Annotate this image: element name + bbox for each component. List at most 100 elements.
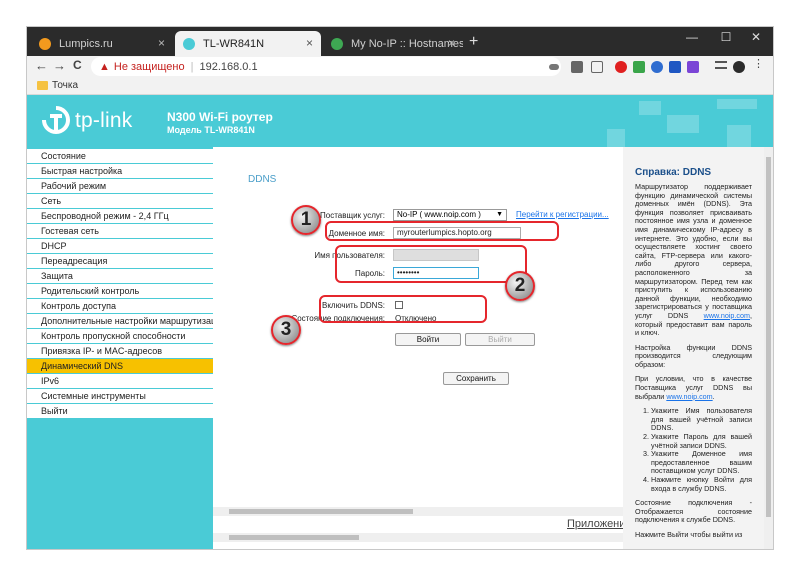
browser-toolbar: ← → C ▲ Не защищено | 192.168.0.1 ⋮ (27, 56, 773, 78)
reload-icon[interactable]: C (73, 58, 82, 72)
header-decoration (717, 99, 757, 109)
menu-item-guest-network[interactable]: Гостевая сеть (27, 224, 213, 238)
tab-label: TL-WR841N (203, 37, 265, 50)
highlight-domain (325, 221, 559, 241)
minimize-icon[interactable]: — (677, 30, 707, 44)
chevron-down-icon: ▼ (496, 211, 503, 218)
help-panel: Справка: DDNS Маршрутизатор поддерживает… (623, 147, 764, 549)
scrollbar-thumb[interactable] (229, 535, 359, 540)
apps-link[interactable]: Приложение (567, 518, 623, 530)
forward-arrow-icon[interactable]: → (53, 58, 66, 73)
help-paragraph: Нажмите Выйти чтобы выйти из (635, 529, 743, 539)
tab-lumpics[interactable]: Lumpics.ru × (31, 31, 173, 56)
menu-item-dhcp[interactable]: DHCP (27, 239, 213, 253)
register-link[interactable]: Перейти к регистрации... (516, 210, 609, 219)
tab-label: My No-IP :: Hostnames (351, 37, 463, 50)
menu-item-parental-control[interactable]: Родительский контроль (27, 284, 213, 298)
new-tab-plus-icon[interactable]: + (469, 33, 478, 51)
logout-button[interactable]: Выйти (465, 333, 535, 346)
help-text: Маршрутизатор поддерживает функцию динам… (635, 182, 752, 320)
translate-icon[interactable] (571, 61, 583, 73)
bookmark-star-icon[interactable] (591, 61, 603, 73)
menu-item-quick-setup[interactable]: Быстрая настройка (27, 164, 213, 178)
menu-item-advanced-routing[interactable]: Дополнительные настройки маршрутизации (27, 314, 213, 328)
reading-list-icon[interactable] (715, 61, 727, 69)
tab-close-icon[interactable]: × (448, 36, 455, 50)
blue-extension-icon[interactable] (669, 61, 681, 73)
tab-close-icon[interactable]: × (158, 36, 165, 50)
back-arrow-icon[interactable]: ← (35, 58, 48, 73)
help-step: Нажмите кнопку Войти для входа в службу … (651, 475, 752, 493)
menu-item-logout[interactable]: Выйти (27, 404, 213, 418)
help-steps: Укажите Имя пользователя для вашей учётн… (635, 406, 752, 493)
header-decoration (607, 129, 625, 147)
menu-item-network[interactable]: Сеть (27, 194, 213, 208)
vpn-extension-icon[interactable] (651, 61, 663, 73)
ddns-settings-panel: DDNS Поставщик услуг: No-IP ( www.noip.c… (213, 147, 623, 549)
more-menu-icon[interactable]: ⋮ (753, 59, 765, 71)
annotation-badge-3: 3 (271, 315, 301, 345)
help-title: Справка: DDNS (635, 167, 712, 178)
provider-select[interactable]: No-IP ( www.noip.com ) ▼ (393, 209, 507, 221)
horizontal-scrollbar[interactable] (213, 507, 623, 516)
purple-extension-icon[interactable] (687, 61, 699, 73)
url-text[interactable]: 192.168.0.1 (199, 61, 257, 73)
menu-item-dynamic-dns[interactable]: Динамический DNS (27, 359, 213, 373)
tab-tl-wr841n[interactable]: TL-WR841N × (175, 31, 321, 56)
annotation-badge-1: 1 (291, 205, 321, 235)
warning-triangle-icon: ▲ (99, 60, 110, 73)
key-icon[interactable] (549, 64, 559, 70)
vertical-scrollbar[interactable] (764, 147, 773, 549)
address-bar[interactable]: ▲ Не защищено | 192.168.0.1 (91, 57, 561, 76)
provider-select-value: No-IP ( www.noip.com ) (397, 210, 481, 219)
router-admin-page: tp-link N300 Wi-Fi роутер Модель TL-WR84… (27, 95, 773, 549)
help-step: Укажите Имя пользователя для вашей учётн… (651, 406, 752, 433)
tab-label: Lumpics.ru (59, 37, 113, 50)
router-header: tp-link N300 Wi-Fi роутер Модель TL-WR84… (27, 95, 773, 147)
scrollbar-thumb[interactable] (766, 157, 771, 517)
tplink-favicon-icon (183, 37, 195, 50)
help-paragraph: Состояние подключения - Отображается сос… (635, 498, 752, 525)
maximize-icon[interactable]: ☐ (711, 30, 741, 44)
noip-favicon-icon (331, 37, 343, 50)
menu-item-operation-mode[interactable]: Рабочий режим (27, 179, 213, 193)
green-extension-icon[interactable] (633, 61, 645, 73)
menu-item-system-tools[interactable]: Системные инструменты (27, 389, 213, 403)
insecure-label[interactable]: Не защищено (114, 61, 185, 73)
browser-window: Lumpics.ru × TL-WR841N × My No-IP :: Hos… (27, 27, 773, 549)
menu-item-security[interactable]: Защита (27, 269, 213, 283)
scrollbar-thumb[interactable] (229, 509, 413, 514)
lumpics-favicon-icon (39, 37, 51, 50)
menu-item-ipv6[interactable]: IPv6 (27, 374, 213, 388)
header-decoration (639, 101, 661, 115)
help-step: Укажите Пароль для вашей учётной записи … (651, 432, 752, 450)
menu-item-ip-mac-binding[interactable]: Привязка IP- и MAC-адресов (27, 344, 213, 358)
help-step: Укажите Доменное имя предоставленное ваш… (651, 449, 752, 476)
bookmarks-bar: Точка (27, 78, 773, 95)
opera-extension-icon[interactable] (615, 61, 627, 73)
header-decoration (667, 115, 699, 133)
header-decoration (727, 125, 751, 147)
tplink-logo-icon (42, 106, 70, 134)
menu-item-status[interactable]: Состояние (27, 149, 213, 163)
page-title: DDNS (248, 174, 277, 185)
annotation-badge-2: 2 (505, 271, 535, 301)
menu-item-bandwidth-control[interactable]: Контроль пропускной способности (27, 329, 213, 343)
tplink-logo-text: tp-link (75, 109, 133, 132)
login-button[interactable]: Войти (395, 333, 461, 346)
help-body: Маршрутизатор поддерживает функцию динам… (635, 182, 752, 546)
close-window-icon[interactable]: ✕ (741, 30, 771, 44)
tab-close-icon[interactable]: × (306, 36, 313, 50)
router-sidebar-menu: Состояние Быстрая настройка Рабочий режи… (27, 147, 213, 549)
save-button[interactable]: Сохранить (443, 372, 509, 385)
tab-noip-hostnames[interactable]: My No-IP :: Hostnames × (323, 31, 463, 56)
profile-avatar-icon[interactable] (733, 61, 745, 73)
menu-item-access-control[interactable]: Контроль доступа (27, 299, 213, 313)
browser-tab-strip: Lumpics.ru × TL-WR841N × My No-IP :: Hos… (27, 27, 773, 56)
menu-item-forwarding[interactable]: Переадресация (27, 254, 213, 268)
bookmark-tochka[interactable]: Точка (52, 80, 78, 91)
menu-item-wireless-24[interactable]: Беспроводной режим - 2,4 ГГц (27, 209, 213, 223)
address-separator: | (190, 60, 194, 73)
horizontal-scrollbar[interactable] (213, 533, 623, 542)
noip-link[interactable]: www.noip.com (666, 392, 712, 401)
